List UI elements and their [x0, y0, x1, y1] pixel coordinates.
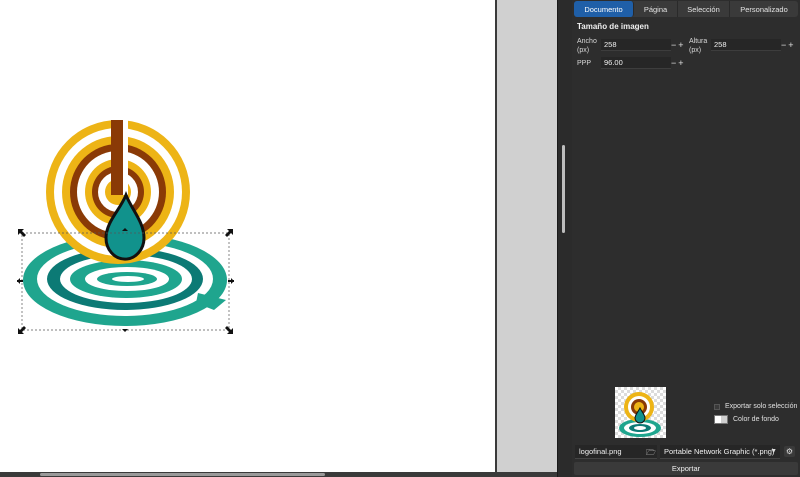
width-input[interactable]: 258: [601, 39, 671, 51]
canvas-area[interactable]: [0, 0, 557, 477]
chevron-down-icon: ▼: [770, 448, 777, 455]
height-label: Altura (px): [689, 38, 708, 54]
export-button[interactable]: Exportar: [574, 462, 798, 475]
folder-icon[interactable]: 🗁: [646, 447, 656, 461]
export-preview: [615, 387, 666, 438]
page-sheet[interactable]: [0, 0, 497, 472]
panel-divider[interactable]: ⋮: [557, 0, 577, 477]
format-select-value: Portable Network Graphic (*.png): [664, 447, 775, 456]
export-selection-checkbox[interactable]: [714, 403, 720, 410]
height-stepper[interactable]: −+: [781, 39, 796, 51]
horizontal-scroll-thumb[interactable]: [40, 473, 325, 476]
width-label: Ancho (px): [577, 38, 597, 54]
dpi-stepper[interactable]: −+: [671, 57, 686, 69]
background-color-option: Color de fondo: [714, 415, 779, 424]
vertical-scroll-thumb[interactable]: [562, 145, 565, 233]
background-color-swatch[interactable]: [714, 415, 728, 424]
export-panel: Documento Página Selección Personalizado…: [572, 0, 800, 477]
filename-input[interactable]: logofinal.png: [575, 445, 657, 459]
tab-bar: Documento Página Selección Personalizado: [574, 1, 798, 17]
background-color-label: Color de fondo: [733, 416, 779, 423]
image-size-title: Tamaño de imagen: [577, 22, 649, 31]
tab-documento[interactable]: Documento: [574, 1, 634, 17]
format-select[interactable]: Portable Network Graphic (*.png) ▼: [660, 445, 780, 459]
horizontal-scrollbar[interactable]: [0, 472, 557, 477]
gear-icon[interactable]: ⚙: [784, 446, 795, 457]
dpi-label: PPP: [577, 60, 592, 67]
tab-pagina[interactable]: Página: [634, 1, 678, 17]
tab-seleccion[interactable]: Selección: [678, 1, 730, 17]
dpi-input[interactable]: 96.00: [601, 57, 671, 69]
export-selection-option: Exportar solo selección: [714, 403, 797, 410]
width-stepper[interactable]: −+: [671, 39, 686, 51]
preview-logo: [619, 392, 661, 437]
export-selection-label: Exportar solo selección: [725, 403, 798, 410]
height-input[interactable]: 258: [711, 39, 781, 51]
logo-artwork[interactable]: [0, 110, 260, 345]
tab-personalizado[interactable]: Personalizado: [730, 1, 798, 17]
